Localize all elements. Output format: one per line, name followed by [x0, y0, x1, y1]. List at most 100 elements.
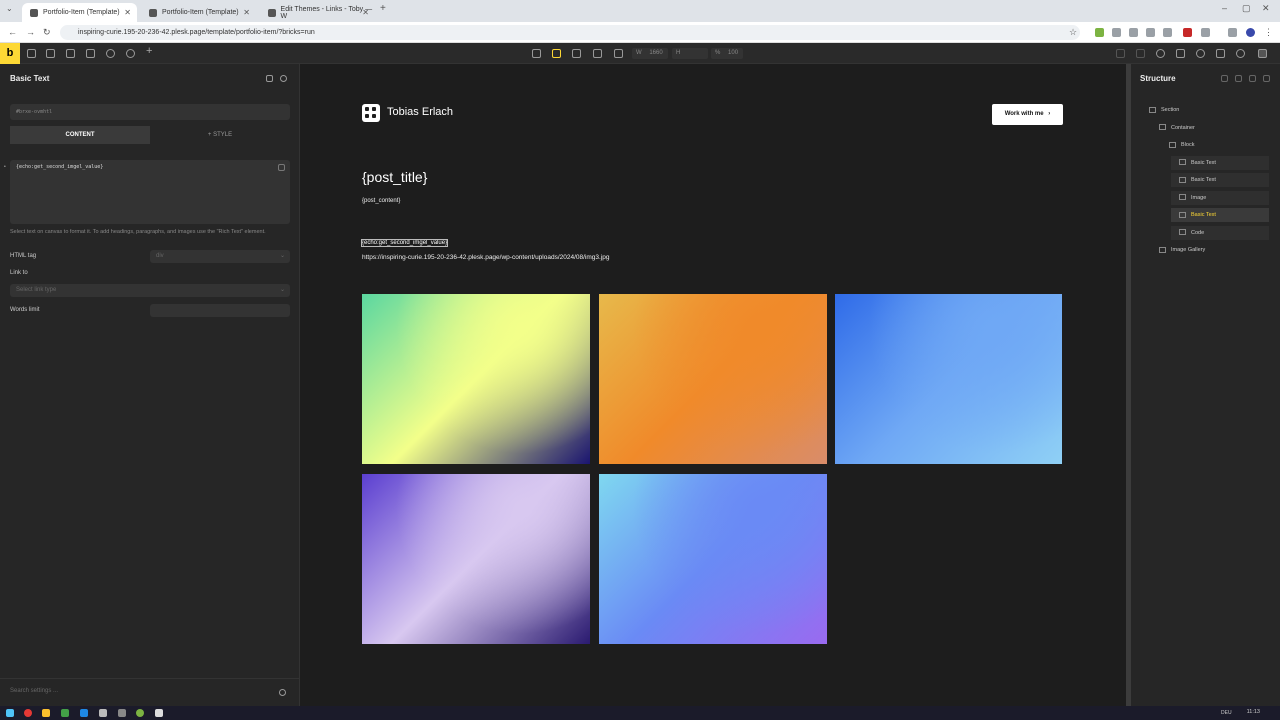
expand-icon[interactable] — [1263, 75, 1270, 82]
undo-icon[interactable] — [1116, 49, 1125, 58]
gallery-image[interactable] — [599, 474, 827, 644]
brand-name[interactable]: Tobias Erlach — [387, 106, 453, 118]
history-icon[interactable] — [1156, 49, 1165, 58]
taskbar-app-icon[interactable] — [99, 709, 107, 717]
text-editor[interactable]: {echo:get_second_imgel_value} — [10, 160, 290, 224]
extension-icon[interactable] — [1146, 28, 1155, 37]
gallery-image[interactable] — [362, 474, 590, 644]
folder-icon[interactable] — [86, 49, 95, 58]
structure-node[interactable]: Basic Text — [1171, 173, 1269, 187]
gallery-image[interactable] — [835, 294, 1062, 464]
extension-icon[interactable] — [1183, 28, 1192, 37]
dynamic-data-icon[interactable] — [278, 164, 285, 171]
cursor-icon[interactable] — [27, 49, 36, 58]
settings-gear-icon[interactable] — [279, 689, 286, 696]
wordpress-icon[interactable] — [1196, 49, 1205, 58]
height-field[interactable]: H — [672, 48, 708, 59]
close-tab-icon[interactable]: ✕ — [362, 8, 369, 17]
extensions-puzzle-icon[interactable] — [1201, 28, 1210, 37]
preview-eye-icon[interactable] — [1236, 49, 1245, 58]
taskbar-app-icon[interactable] — [136, 709, 144, 717]
gallery-image[interactable] — [599, 294, 827, 464]
new-tab-icon[interactable]: + — [380, 3, 386, 14]
language-indicator[interactable]: DEU — [1221, 710, 1232, 716]
extension-icon[interactable] — [1112, 28, 1121, 37]
extension-icon[interactable] — [1163, 28, 1172, 37]
chrome-taskbar-icon[interactable] — [24, 709, 32, 717]
link-type-select[interactable]: Select link type ⌄ — [10, 284, 290, 297]
search-settings-input[interactable]: Search settings ... — [10, 688, 58, 694]
reading-list-icon[interactable] — [1228, 28, 1237, 37]
help-icon[interactable] — [126, 49, 135, 58]
taskbar-app-icon[interactable] — [80, 709, 88, 717]
divider — [0, 678, 299, 679]
extension-icon[interactable] — [1129, 28, 1138, 37]
structure-node[interactable]: Basic Text — [1171, 155, 1269, 170]
minimize-icon[interactable]: – — [1222, 3, 1227, 13]
laptop-breakpoint-icon[interactable] — [572, 49, 581, 58]
extension-icon[interactable] — [1095, 28, 1104, 37]
browser-tab-2[interactable]: Portfolio-Item (Template) ✕ — [141, 3, 256, 22]
help-text: Select text on canvas to format it. To a… — [10, 229, 266, 235]
work-with-me-button[interactable]: Work with me › — [992, 104, 1063, 125]
redo-icon[interactable] — [1136, 49, 1145, 58]
url-input[interactable]: inspiring-curie.195-20-236-42.plesk.page… — [60, 25, 1080, 40]
zoom-field[interactable]: % 100 — [711, 48, 743, 59]
pages-icon[interactable] — [66, 49, 75, 58]
back-icon[interactable]: ← — [8, 27, 17, 37]
close-tab-icon[interactable]: ✕ — [124, 8, 131, 17]
width-field[interactable]: W 1660 — [632, 48, 668, 59]
structure-node-label: Basic Text — [1191, 177, 1216, 183]
element-id-field[interactable]: #brxe-ovmhtl — [10, 104, 290, 120]
structure-node[interactable]: Image — [1171, 190, 1269, 205]
database-icon[interactable] — [1176, 49, 1185, 58]
browser-tab-1[interactable]: Portfolio-Item (Template) ✕ — [22, 3, 137, 22]
tab-content[interactable]: CONTENT — [10, 126, 150, 144]
structure-node[interactable]: Block — [1161, 138, 1269, 152]
structure-node[interactable]: Image Gallery — [1151, 243, 1269, 257]
post-content[interactable]: {post_content} — [362, 198, 400, 204]
refresh-icon[interactable] — [532, 49, 541, 58]
desktop-breakpoint-icon[interactable] — [552, 49, 561, 58]
download-icon[interactable] — [1235, 75, 1242, 82]
forward-icon[interactable]: → — [26, 27, 35, 37]
add-element-icon[interactable]: + — [146, 45, 152, 57]
gallery-image[interactable] — [362, 294, 590, 464]
browser-menu-icon[interactable]: ⋮ — [1264, 27, 1273, 38]
file-explorer-icon[interactable] — [42, 709, 50, 717]
words-limit-input[interactable] — [150, 304, 290, 317]
profile-avatar[interactable] — [1246, 28, 1255, 37]
clock[interactable]: 11:13 — [1247, 709, 1260, 715]
layers-icon[interactable] — [46, 49, 55, 58]
tablet-breakpoint-icon[interactable] — [593, 49, 602, 58]
taskbar-app-icon[interactable] — [61, 709, 69, 717]
save-template-icon[interactable] — [266, 75, 273, 82]
bricks-logo[interactable]: b — [0, 43, 20, 64]
selected-basic-text[interactable]: {echo:get_second_imgel_value} — [360, 239, 449, 247]
settings-gear-icon[interactable] — [106, 49, 115, 58]
delete-icon[interactable] — [1249, 75, 1256, 82]
bookmark-star-icon[interactable]: ☆ — [1069, 27, 1077, 38]
external-link-icon[interactable] — [1216, 49, 1225, 58]
save-icon[interactable] — [1258, 49, 1267, 58]
pin-icon[interactable] — [280, 75, 287, 82]
image-url-text[interactable]: https://inspiring-curie.195-20-236-42.pl… — [362, 254, 610, 261]
taskbar-app-icon[interactable] — [155, 709, 163, 717]
browser-tab-3[interactable]: Edit Themes - Links - Toby — W ✕ — [260, 3, 375, 22]
mobile-breakpoint-icon[interactable] — [614, 49, 623, 58]
tab-menu-icon[interactable]: ⌄ — [6, 4, 13, 13]
reload-icon[interactable]: ↻ — [43, 27, 51, 38]
structure-node[interactable]: Container — [1151, 121, 1269, 135]
close-window-icon[interactable]: ✕ — [1262, 3, 1270, 14]
structure-node[interactable]: Basic Text — [1171, 208, 1269, 222]
post-title[interactable]: {post_title} — [362, 169, 427, 185]
collapse-icon[interactable] — [1221, 75, 1228, 82]
structure-node[interactable]: Code — [1171, 225, 1269, 240]
html-tag-select[interactable]: div ⌄ — [150, 250, 290, 263]
close-tab-icon[interactable]: ✕ — [243, 8, 250, 17]
taskbar-app-icon[interactable] — [118, 709, 126, 717]
tab-style[interactable]: + STYLE — [150, 126, 290, 144]
maximize-icon[interactable]: ▢ — [1242, 3, 1251, 14]
structure-node[interactable]: Section — [1141, 103, 1269, 117]
windows-start-icon[interactable] — [6, 709, 14, 717]
